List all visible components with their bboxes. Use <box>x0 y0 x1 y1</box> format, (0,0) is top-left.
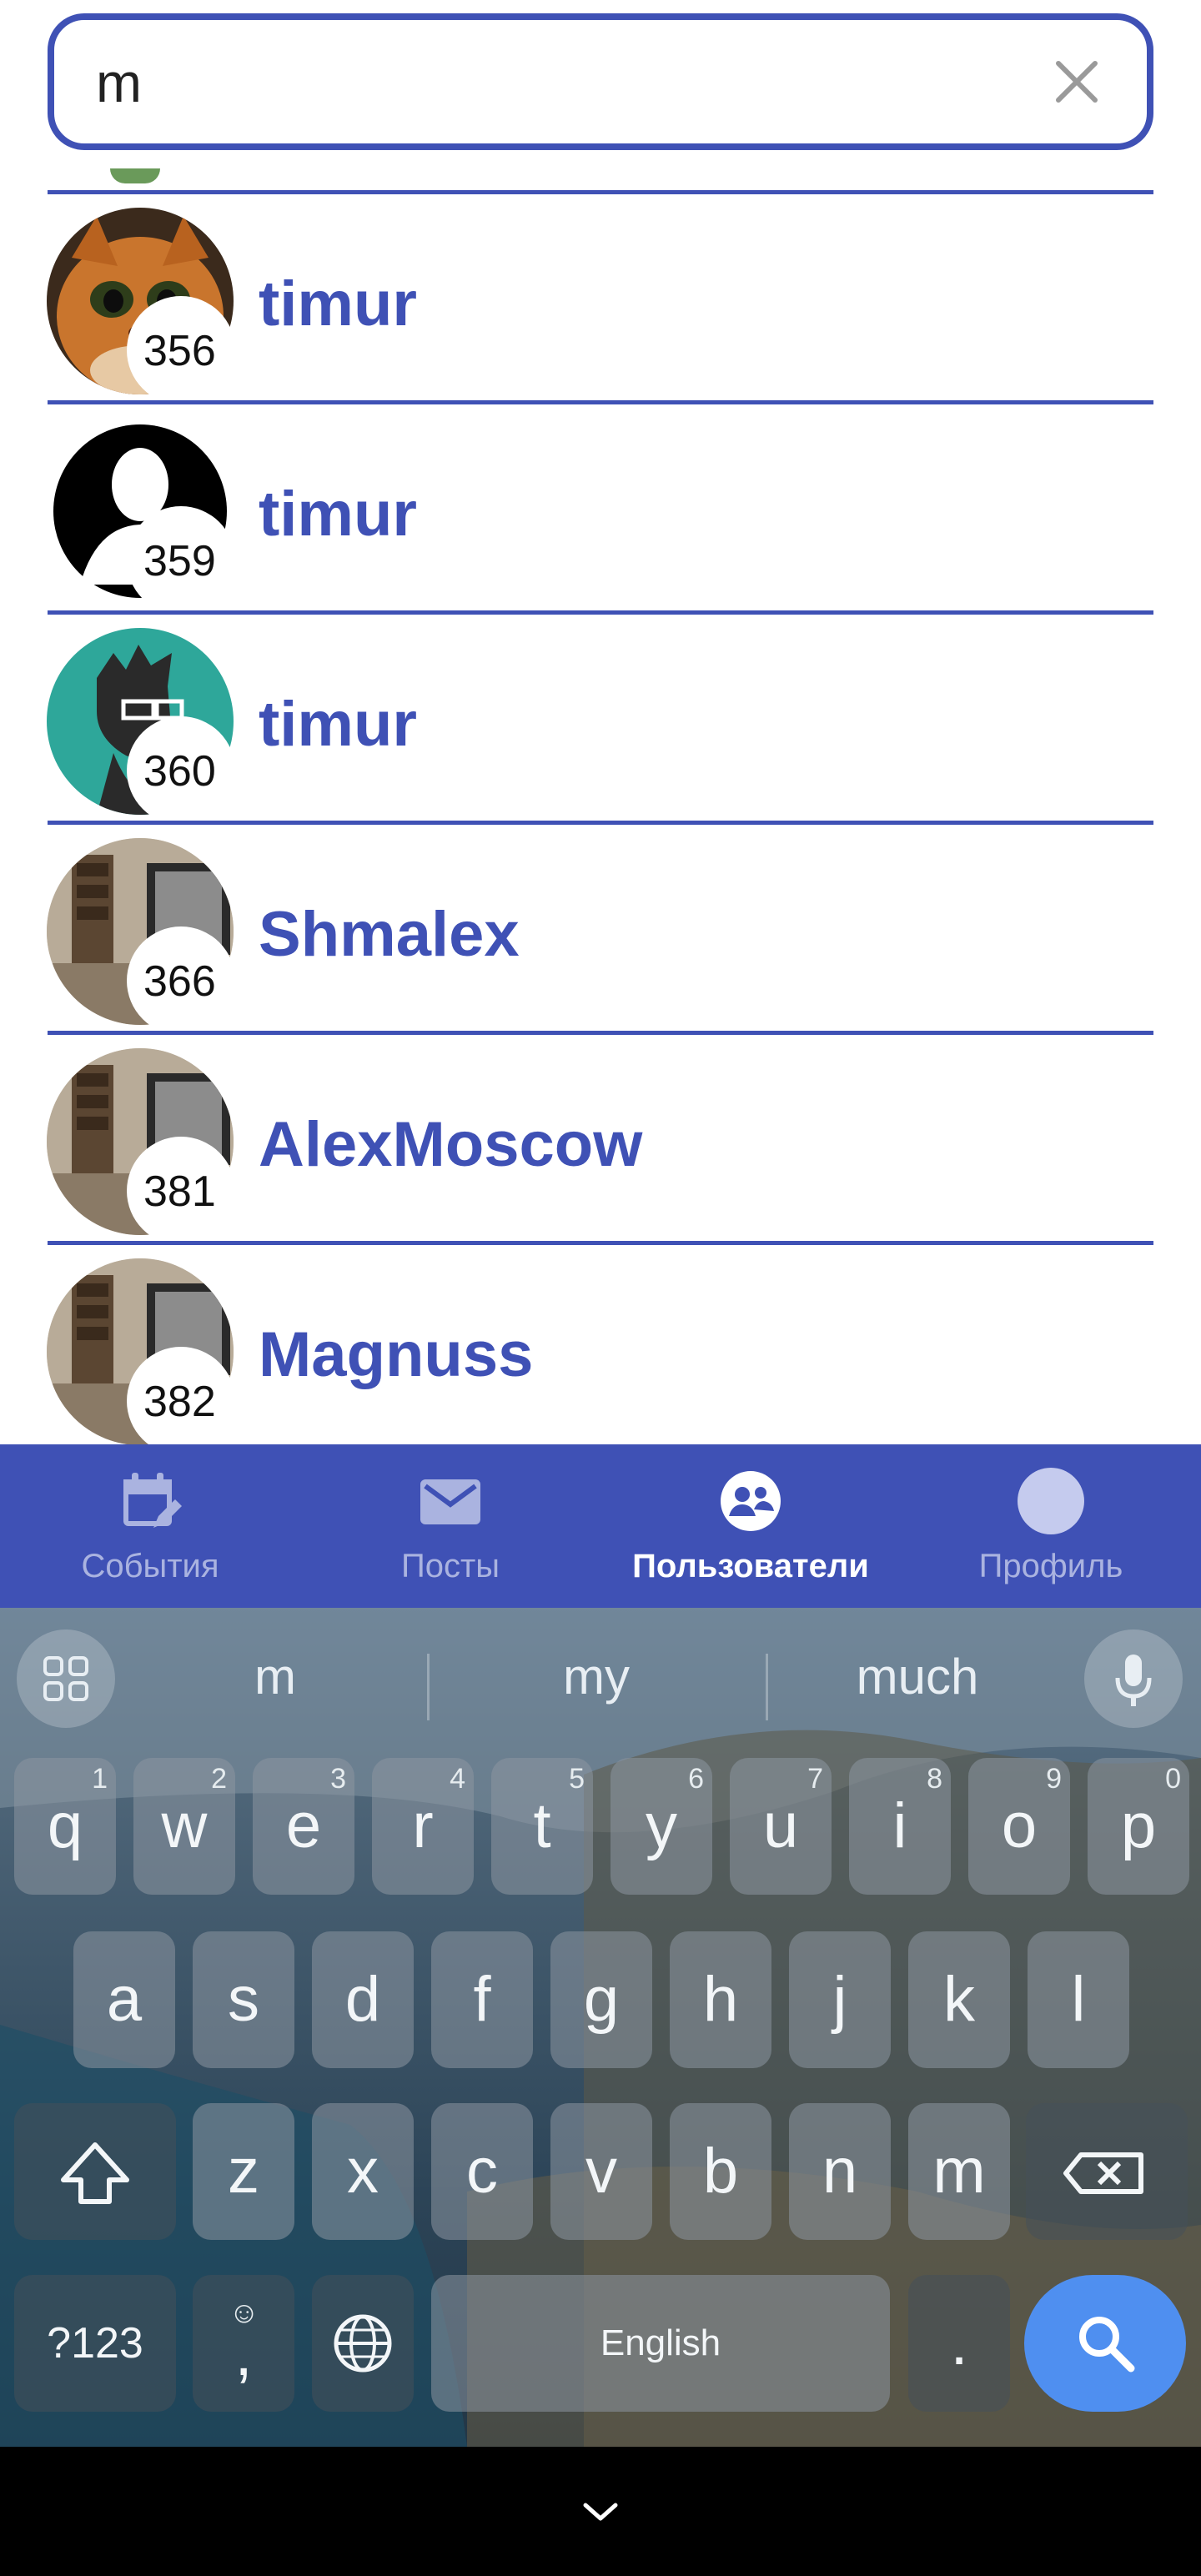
key-k[interactable]: k <box>908 1931 1010 2068</box>
user-row[interactable]: 382 Magnuss <box>0 1245 1201 1455</box>
key-f[interactable]: f <box>431 1931 533 2068</box>
user-id: 359 <box>143 537 216 585</box>
shift-key[interactable] <box>14 2103 176 2240</box>
user-row[interactable]: 356 timur <box>0 194 1201 404</box>
users-icon <box>721 1471 781 1531</box>
close-icon[interactable] <box>1053 58 1100 105</box>
key-y[interactable]: y6 <box>611 1758 712 1895</box>
key-q[interactable]: q1 <box>14 1758 116 1895</box>
search-input-value[interactable]: m <box>96 55 142 110</box>
user-id: 381 <box>143 1167 216 1216</box>
mail-icon <box>420 1479 480 1524</box>
microphone-icon[interactable] <box>1084 1629 1183 1728</box>
divider <box>427 1654 430 1720</box>
user-row[interactable]: 360 timur <box>0 615 1201 825</box>
globe-icon <box>334 2314 392 2373</box>
nav-item-profile[interactable]: Профиль <box>901 1444 1201 1608</box>
avatar-partial <box>110 168 160 183</box>
calendar-edit-icon <box>123 1473 182 1528</box>
key-s[interactable]: s <box>193 1931 294 2068</box>
bottom-navigation: События Посты Пользователи Профиль <box>0 1444 1201 1608</box>
suggestion-3[interactable]: much <box>792 1648 1043 1706</box>
backspace-icon <box>1063 2152 1143 2194</box>
key-r[interactable]: r4 <box>372 1758 474 1895</box>
grid-icon[interactable] <box>17 1629 115 1728</box>
key-m[interactable]: m <box>908 2103 1010 2240</box>
key-n[interactable]: n <box>789 2103 891 2240</box>
user-id: 382 <box>143 1378 216 1426</box>
suggestion-2[interactable]: my <box>471 1648 721 1706</box>
user-id: 356 <box>143 327 216 375</box>
user-row[interactable]: 366 Shmalex <box>0 825 1201 1035</box>
user-row[interactable]: 359 timur <box>0 404 1201 615</box>
system-navigation-bar <box>0 2447 1201 2576</box>
user-id: 366 <box>143 957 216 1006</box>
period-key[interactable]: . <box>908 2275 1010 2412</box>
user-name[interactable]: timur <box>259 481 417 548</box>
user-list: 356 timur 359 timur 360 timur 366 Shmale… <box>0 194 1201 1455</box>
key-g[interactable]: g <box>550 1931 652 2068</box>
space-key[interactable]: English <box>431 2275 890 2412</box>
nav-item-events[interactable]: События <box>0 1444 300 1608</box>
language-key[interactable] <box>312 2275 414 2412</box>
user-name[interactable]: AlexMoscow <box>259 1112 642 1178</box>
nav-label-events: События <box>81 1548 219 1584</box>
user-id: 360 <box>143 747 216 796</box>
key-t[interactable]: t5 <box>491 1758 593 1895</box>
profile-avatar-icon <box>1018 1468 1084 1534</box>
key-z[interactable]: z <box>193 2103 294 2240</box>
key-d[interactable]: d <box>312 1931 414 2068</box>
backspace-key[interactable] <box>1026 2103 1188 2240</box>
soft-keyboard: m my much q1 w2 e3 r4 t5 y6 u7 i8 o9 p0 … <box>0 1608 1201 2447</box>
suggestion-1[interactable]: m <box>150 1648 400 1706</box>
symbols-key[interactable]: ?123 <box>14 2275 176 2412</box>
key-a[interactable]: a <box>73 1931 175 2068</box>
key-x[interactable]: x <box>312 2103 414 2240</box>
user-name[interactable]: Magnuss <box>259 1322 533 1388</box>
nav-label-users: Пользователи <box>632 1548 869 1584</box>
nav-item-users[interactable]: Пользователи <box>600 1444 901 1608</box>
divider <box>766 1654 768 1720</box>
key-w[interactable]: w2 <box>133 1758 235 1895</box>
user-name[interactable]: Shmalex <box>259 901 520 968</box>
key-o[interactable]: o9 <box>968 1758 1070 1895</box>
nav-label-profile: Профиль <box>978 1548 1123 1584</box>
user-name[interactable]: timur <box>259 691 417 758</box>
chevron-down-icon[interactable] <box>580 2500 621 2525</box>
user-row[interactable]: 381 AlexMoscow <box>0 1035 1201 1245</box>
key-v[interactable]: v <box>550 2103 652 2240</box>
search-field[interactable]: m <box>48 13 1153 150</box>
key-j[interactable]: j <box>789 1931 891 2068</box>
nav-item-posts[interactable]: Посты <box>300 1444 600 1608</box>
key-c[interactable]: c <box>431 2103 533 2240</box>
key-e[interactable]: e3 <box>253 1758 354 1895</box>
key-h[interactable]: h <box>670 1931 771 2068</box>
key-l[interactable]: l <box>1028 1931 1129 2068</box>
key-u[interactable]: u7 <box>730 1758 832 1895</box>
nav-label-posts: Посты <box>400 1548 500 1584</box>
key-i[interactable]: i8 <box>849 1758 951 1895</box>
comma-key[interactable]: ☺ , <box>193 2275 294 2412</box>
search-icon <box>1079 2317 1135 2373</box>
search-key[interactable] <box>1024 2275 1186 2412</box>
key-p[interactable]: p0 <box>1088 1758 1189 1895</box>
suggestion-bar: m my much <box>0 1608 1201 1733</box>
key-b[interactable]: b <box>670 2103 771 2240</box>
user-name[interactable]: timur <box>259 271 417 338</box>
shift-icon <box>61 2142 129 2204</box>
